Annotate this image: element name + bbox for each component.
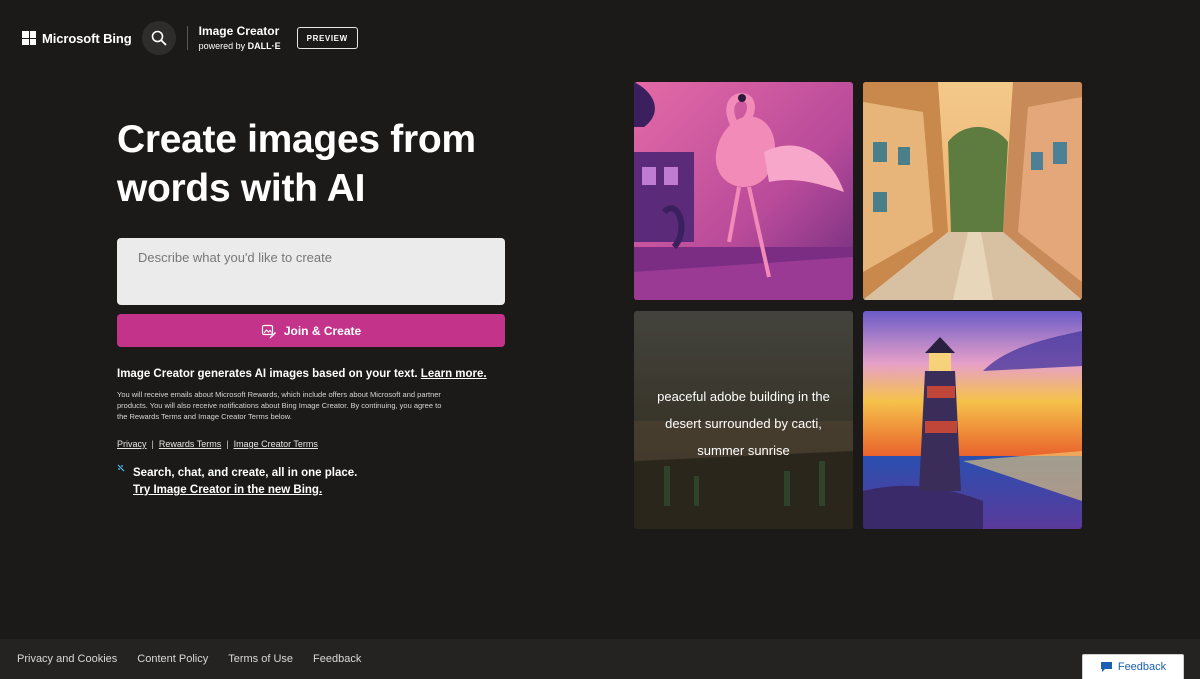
hero-section: Create images from words with AI Join & …: [117, 115, 505, 499]
footer: Privacy and Cookies Content Policy Terms…: [0, 639, 1200, 679]
header-divider: [186, 26, 188, 50]
gallery-image-adobe-desert[interactable]: peaceful adobe building in the desert su…: [634, 311, 853, 529]
terms-separator: |: [226, 439, 229, 449]
footer-feedback-link[interactable]: Feedback: [313, 653, 361, 665]
terms-separator: |: [151, 439, 154, 449]
terms-links: Privacy | Rewards Terms | Image Creator …: [117, 439, 505, 449]
promo-block: Search, chat, and create, all in one pla…: [117, 464, 505, 499]
search-button[interactable]: [141, 21, 176, 55]
gallery-caption: peaceful adobe building in the desert su…: [657, 389, 830, 458]
powered-by-text: powered by: [198, 40, 246, 51]
hero-title-line-1: Create images from: [117, 118, 476, 161]
rewards-terms-link[interactable]: Rewards Terms: [159, 439, 221, 449]
feedback-button[interactable]: Feedback: [1082, 654, 1184, 679]
product-subtitle: powered by DALL·E: [199, 41, 281, 51]
join-create-label: Join & Create: [283, 323, 362, 338]
join-create-button[interactable]: Join & Create: [117, 314, 505, 347]
try-new-bing-link[interactable]: Try Image Creator in the new Bing.: [133, 482, 357, 499]
image-edit-icon: [261, 324, 276, 338]
info-text: Image Creator generates AI images based …: [117, 368, 505, 380]
footer-terms-of-use-link[interactable]: Terms of Use: [228, 653, 293, 665]
promo-text: Search, chat, and create, all in one pla…: [133, 467, 358, 479]
preview-badge: PREVIEW: [296, 27, 358, 49]
hero-title: Create images from words with AI: [117, 115, 505, 213]
dalle-text: DALL·E: [247, 40, 281, 51]
product-title: Image Creator: [198, 23, 280, 38]
prompt-input[interactable]: [138, 250, 484, 265]
search-icon: [151, 30, 167, 46]
product-title-block: Image Creator powered by DALL·E: [198, 23, 281, 51]
gallery-image-lighthouse[interactable]: [863, 311, 1082, 529]
prompt-box[interactable]: [117, 238, 505, 305]
info-description: Image Creator generates AI images based …: [117, 368, 418, 380]
privacy-link[interactable]: Privacy: [117, 439, 147, 449]
footer-privacy-cookies-link[interactable]: Privacy and Cookies: [17, 653, 117, 665]
hero-title-line-2: words with AI: [117, 167, 366, 210]
bing-home-link[interactable]: Microsoft Bing: [22, 31, 132, 46]
microsoft-logo-icon: [22, 31, 36, 45]
sparkle-icon: [117, 464, 125, 472]
feedback-icon: [1100, 662, 1112, 672]
promo-text-block: Search, chat, and create, all in one pla…: [133, 465, 357, 499]
brand-name: Microsoft Bing: [42, 30, 132, 46]
gallery-image-street[interactable]: [863, 82, 1082, 300]
fine-print: You will receive emails about Microsoft …: [117, 390, 442, 421]
gallery-image-flamingo[interactable]: [634, 82, 853, 300]
header: Microsoft Bing Image Creator powered by …: [22, 21, 358, 55]
image-creator-terms-link[interactable]: Image Creator Terms: [234, 439, 318, 449]
feedback-label: Feedback: [1117, 661, 1167, 673]
footer-content-policy-link[interactable]: Content Policy: [137, 653, 208, 665]
learn-more-link[interactable]: Learn more.: [421, 368, 487, 380]
